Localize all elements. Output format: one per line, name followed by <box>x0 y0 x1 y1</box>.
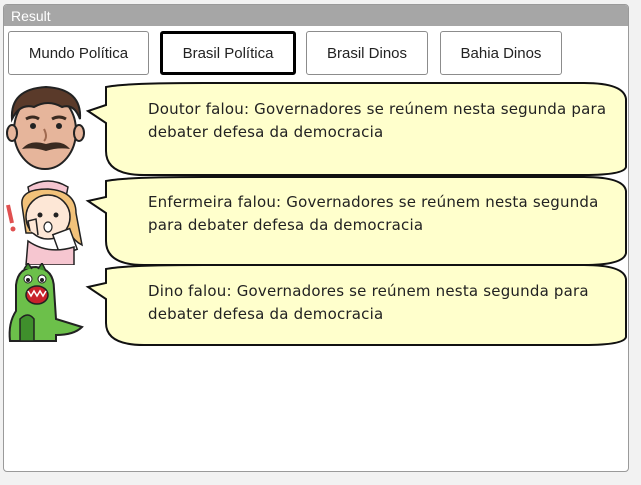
message-row-dino: Dino falou: Governadores se reúnem nesta… <box>4 263 628 349</box>
message-text: Enfermeira falou: Governadores se reúnem… <box>148 193 599 234</box>
tab-mundo-politica[interactable]: Mundo Política <box>8 31 149 75</box>
tab-bahia-dinos[interactable]: Bahia Dinos <box>440 31 562 75</box>
result-panel: Result Mundo Política Brasil Política Br… <box>3 4 629 472</box>
nurse-icon <box>6 180 84 265</box>
message-text: Doutor falou: Governadores se reúnem nes… <box>148 100 607 141</box>
message-row-doctor: Doutor falou: Governadores se reúnem nes… <box>4 81 628 177</box>
panel-title: Result <box>4 5 628 26</box>
doctor-face-icon <box>6 85 85 170</box>
message-text: Dino falou: Governadores se reúnem nesta… <box>148 282 589 323</box>
dinosaur-icon <box>8 263 84 342</box>
message-row-nurse: Enfermeira falou: Governadores se reúnem… <box>4 175 628 267</box>
tab-brasil-dinos[interactable]: Brasil Dinos <box>306 31 428 75</box>
tab-brasil-politica[interactable]: Brasil Política <box>160 31 296 75</box>
